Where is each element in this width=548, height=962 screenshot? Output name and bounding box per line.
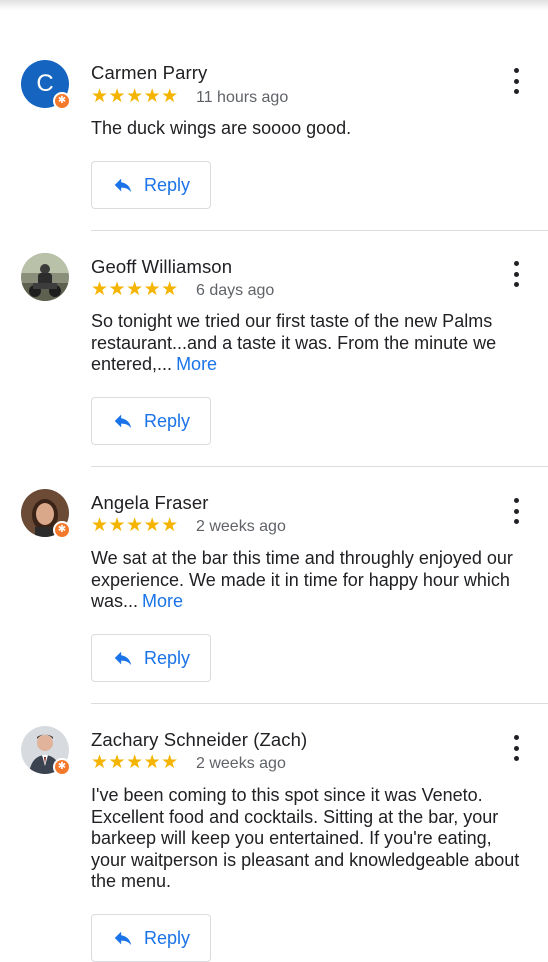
reviewer-name[interactable]: Zachary Schneider (Zach) [91,729,307,751]
reply-icon [114,651,132,666]
local-guide-badge-icon: ✱ [53,521,71,539]
reply-button[interactable]: Reply [91,914,211,962]
star-rating: ★★★★★ [91,279,179,300]
divider [91,230,548,231]
more-link[interactable]: More [142,591,183,611]
avatar-photo [21,253,69,301]
more-options-icon[interactable] [506,68,526,94]
avatar[interactable] [21,253,69,301]
reply-button[interactable]: Reply [91,161,211,209]
avatar[interactable]: C ✱ [21,60,71,110]
review-time: 11 hours ago [196,89,289,106]
local-guide-badge-icon: ✱ [53,758,71,776]
review-text: I've been coming to this spot since it w… [91,785,521,893]
more-options-icon[interactable] [506,735,526,761]
reviewer-name[interactable]: Carmen Parry [91,62,207,84]
reply-button[interactable]: Reply [91,397,211,445]
star-rating: ★★★★★ [91,86,179,107]
reply-button[interactable]: Reply [91,634,211,682]
local-guide-badge-icon: ✱ [53,92,71,110]
reviewer-name[interactable]: Angela Fraser [91,492,209,514]
review-time: 2 weeks ago [196,518,286,535]
review-text: So tonight we tried our first taste of t… [91,311,521,376]
reply-label: Reply [143,174,191,195]
star-rating: ★★★★★ [91,515,179,536]
more-options-icon[interactable] [506,261,526,287]
review-text-body: The duck wings are soooo good. [91,118,352,138]
more-options-icon[interactable] [506,498,526,524]
review-text-body: So tonight we tried our first taste of t… [91,311,497,374]
avatar[interactable]: ✱ [21,726,71,776]
reviewer-name[interactable]: Geoff Williamson [91,256,232,278]
reply-label: Reply [143,927,191,948]
review-text: The duck wings are soooo good. [91,118,521,140]
star-rating: ★★★★★ [91,752,179,773]
reply-icon [114,931,132,946]
reply-label: Reply [143,647,191,668]
review-time: 6 days ago [196,282,275,299]
top-shadow [0,0,548,10]
review-text: We sat at the bar this time and throughl… [91,548,521,613]
more-link[interactable]: More [176,354,217,374]
review-time: 2 weeks ago [196,755,286,772]
divider [91,703,548,704]
avatar[interactable]: ✱ [21,489,71,539]
reply-label: Reply [143,410,191,431]
review-text-body: I've been coming to this spot since it w… [91,785,520,891]
divider [91,466,548,467]
reply-icon [114,414,132,429]
reply-icon [114,178,132,193]
